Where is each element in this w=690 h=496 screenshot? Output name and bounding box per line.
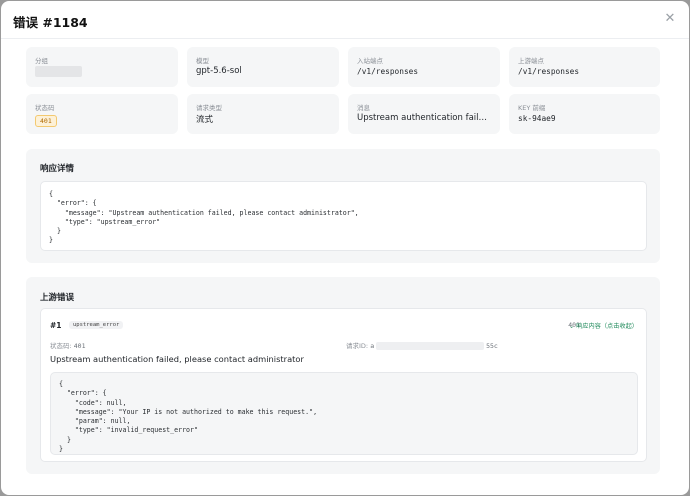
upstream-body: { "error": { "code": null, "message": "Y… — [59, 380, 318, 454]
redacted-request-id — [376, 342, 485, 350]
card-message: 消息 Upstream authentication failed, ple..… — [348, 94, 500, 134]
request-id-label: 请求ID: — [346, 342, 371, 350]
request-id-prefix: a — [370, 342, 375, 350]
card-label: 状态码 — [35, 104, 55, 112]
status-label: 状态码: — [50, 342, 74, 350]
upstream-error-item: #1 upstream_error 401 ⌄ 响应内容（点击收起） 状态码: … — [40, 308, 647, 462]
card-value: Upstream authentication failed, ple... — [357, 113, 492, 123]
response-body-box: { "error": { "message": "Upstream authen… — [40, 181, 647, 251]
status-meta: 状态码: 401 — [50, 340, 86, 350]
card-request-type: 请求类型 流式 — [187, 94, 339, 134]
upstream-error-section: 上游错误 #1 upstream_error 401 ⌄ 响应内容（点击收起） … — [26, 277, 660, 474]
card-value: gpt-5.6-sol — [196, 66, 242, 76]
card-label: 分组 — [35, 57, 48, 65]
response-content-toggle[interactable]: ⌄ 响应内容（点击收起） — [569, 321, 638, 330]
card-model: 模型 gpt-5.6-sol — [187, 47, 339, 87]
upstream-error-message: Upstream authentication failed, please c… — [50, 354, 304, 364]
error-detail-modal: 错误 #1184 ✕ 分组 模型 gpt-5.6-sol 入站端点 /v1/re… — [1, 1, 689, 495]
card-upstream-endpoint: 上游端点 /v1/responses — [509, 47, 660, 87]
response-body: { "error": { "message": "Upstream authen… — [49, 190, 359, 245]
upstream-error-header: #1 upstream_error 401 ⌄ 响应内容（点击收起） — [50, 320, 638, 332]
card-group: 分组 — [26, 47, 178, 87]
close-icon[interactable]: ✕ — [663, 12, 677, 26]
section-title: 响应详情 — [40, 164, 75, 174]
toggle-label: 响应内容（点击收起） — [576, 323, 638, 330]
modal-title: 错误 #1184 — [13, 15, 88, 30]
card-key-prefix: KEY 前缀 sk-94ae9 — [509, 94, 660, 134]
upstream-body-box: { "error": { "code": null, "message": "Y… — [50, 372, 638, 455]
status-badge: 401 — [35, 115, 57, 127]
request-id-suffix: 55c — [486, 342, 498, 350]
status-value: 401 — [73, 342, 86, 350]
section-title: 上游错误 — [40, 293, 75, 303]
card-label: 请求类型 — [196, 104, 222, 112]
card-value: /v1/responses — [518, 67, 580, 76]
card-label: 入站端点 — [357, 57, 383, 65]
redacted-value — [35, 66, 82, 77]
card-value: 流式 — [196, 115, 214, 125]
card-inbound-endpoint: 入站端点 /v1/responses — [348, 47, 500, 87]
card-label: 消息 — [357, 104, 370, 112]
card-label: KEY 前缀 — [518, 104, 546, 112]
card-label: 上游端点 — [518, 57, 544, 65]
card-status-code: 状态码 401 — [26, 94, 178, 134]
chevron-down-icon: ⌄ — [568, 323, 575, 330]
modal-header: 错误 #1184 ✕ — [1, 1, 689, 39]
attempt-number: #1 — [50, 321, 62, 330]
card-label: 模型 — [196, 57, 209, 65]
request-id-meta: 请求ID: a 55c — [346, 340, 498, 350]
response-detail-section: 响应详情 { "error": { "message": "Upstream a… — [26, 149, 660, 263]
card-value: sk-94ae9 — [518, 114, 556, 123]
error-type-tag: upstream_error — [69, 321, 124, 329]
card-value: /v1/responses — [357, 67, 419, 76]
